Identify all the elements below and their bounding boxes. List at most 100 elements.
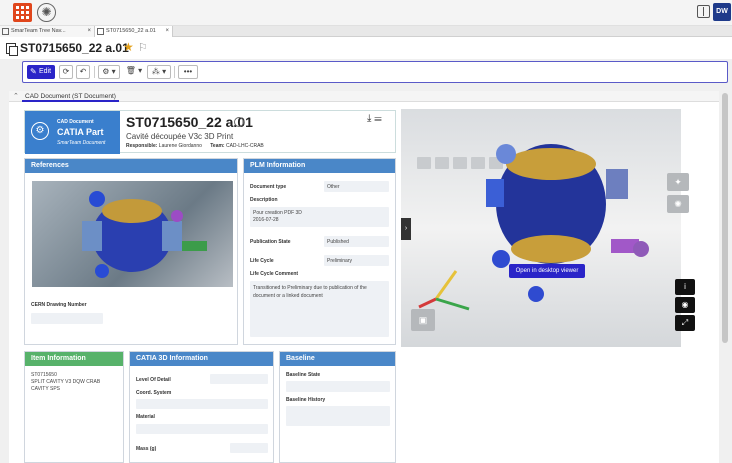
refresh-button[interactable]: ⟳ [59,65,73,79]
user-avatar[interactable]: DW [713,3,731,21]
responsible-value: Laurene Giordanno [158,143,202,149]
measure-icon[interactable]: ✦ [667,173,689,191]
page-header: ST0715650_22 a.01 ★ ⚐ [0,37,732,59]
baseline-panel: Baseline Baseline State Baseline History [279,351,396,463]
apps-grid-icon[interactable] [13,3,32,22]
history-button[interactable]: ↶ [76,65,90,79]
description-label: Description [250,197,278,203]
document-type-tile: ⚙ CAD Document CATIA Part SmarTeam Docum… [25,111,120,154]
reference-thumbnail[interactable] [32,181,233,287]
lifecycle-comment-value: Transitioned to Preliminary due to publi… [253,285,367,299]
baseline-header: Baseline [280,352,395,366]
compass-icon[interactable]: ✺ [37,3,56,22]
download-icon[interactable]: ⤓ ☰ [367,113,382,124]
plm-header: PLM Information [244,159,395,173]
document-description: Cavité découpée V3c 3D Print [126,132,234,141]
item-line: ST0715650 [31,372,57,378]
document-icon [6,43,18,56]
open-desktop-viewer-button[interactable]: Open in desktop viewer [509,264,585,278]
page-title: ST0715650_22 a.01 [20,41,129,55]
baseline-state-label: Baseline State [286,372,321,378]
3d-viewer[interactable]: ✦ ✺ i ◉ ⤢ ▣ [401,109,695,347]
references-panel: References CERN Drawing Number [24,158,238,345]
item-info-panel: Item Information ST0715650 SPLIT CAVITY … [24,351,124,463]
tab-bar: SmarTeam Tree Nav... × ST0715650_22 a.01… [0,26,732,37]
tab-label: ST0715650_22 a.01 [106,28,156,34]
material-field [136,424,268,434]
responsible-label: Responsible: [126,143,158,149]
image-snapshot-icon[interactable]: ▣ [411,309,435,331]
explode-icon[interactable]: ✺ [667,195,689,213]
baseline-history-label: Baseline History [286,397,326,403]
mass-label: Mass (g) [136,446,157,452]
toolbar-divider [174,66,175,78]
page-scrollbar[interactable] [721,91,729,463]
description-line: Pour creation PDF 3D [253,210,302,216]
drawing-number-field[interactable] [31,313,103,324]
favorite-star-icon[interactable]: ★ [123,40,134,54]
catia-header: CATIA 3D Information [130,352,273,366]
share-dropdown-button[interactable]: ⁂ ▾ [147,65,171,79]
cavity-3d-model [418,144,649,311]
coord-label: Coord. System [136,390,172,396]
lifecycle-label: Life Cycle [250,258,274,264]
collapse-viewer-tab[interactable]: › [401,218,411,240]
type-line-3: SmarTeam Document [57,140,106,146]
team-label: Team: [210,143,225,149]
type-line-2: CATIA Part [57,127,104,137]
lifecycle-comment-label: Life Cycle Comment [250,271,299,277]
more-actions-button[interactable]: ••• [178,65,198,79]
team-value: CAD-LHC-CRAB [225,143,264,149]
coord-field [136,399,268,409]
top-bar: ✺ DW [0,0,732,26]
tab-smarteam-tree[interactable]: SmarTeam Tree Nav... × [0,26,95,37]
mass-field [230,443,268,453]
item-line: SPLIT CAVITY V3 DQW CRAB [31,379,101,385]
tab-doc-icon [97,28,104,35]
chevron-up-icon[interactable]: ⌃ [13,92,19,100]
pub-state-label: Publication State [250,239,291,245]
main-content: ⌃ CAD Document (ST Document) ⚙ CAD Docum… [9,91,719,463]
item-info-header: Item Information [25,352,123,366]
material-label: Material [136,414,155,420]
info-icon[interactable]: i [675,279,695,295]
catia-panel: CATIA 3D Information Level Of Detail Coo… [129,351,274,463]
tab-label: SmarTeam Tree Nav... [11,28,66,34]
fullscreen-icon[interactable]: ⤢ [675,315,695,331]
section-header[interactable]: ⌃ CAD Document (ST Document) [9,91,719,102]
scrollbar-thumb[interactable] [722,93,728,343]
panel-toggle-icon[interactable] [697,5,710,18]
item-line: CAVITY SPS [31,386,60,392]
plm-panel: PLM Information Document type Other Desc… [243,158,396,345]
document-summary-card: ⚙ CAD Document CATIA Part SmarTeam Docum… [24,110,396,154]
edit-button[interactable]: ✎ Edit [27,65,55,79]
tab-document[interactable]: ST0715650_22 a.01 × [95,26,173,37]
doc-type-value: Other [327,184,340,190]
lod-field [210,374,268,384]
tab-close-icon[interactable]: × [165,26,169,37]
drawing-number-label: CERN Drawing Number [31,302,87,308]
catia-gear-icon: ⚙ [31,122,49,140]
lifecycle-value: Preliminary [327,258,353,264]
structure-dropdown-button[interactable]: ⚙ ▾ [98,65,120,79]
description-line: 2016-07-28 [253,217,279,223]
cavity-model-image [82,191,207,278]
delete-dropdown-button[interactable]: 🗑 ▾ [124,65,144,79]
eye-icon[interactable]: ◉ [675,297,695,313]
tab-close-icon[interactable]: × [87,26,91,37]
pub-state-value: Published [327,239,349,245]
references-header: References [25,159,237,173]
flag-icon[interactable]: ⚐ [138,41,148,54]
toolbar-divider [94,66,95,78]
baseline-history-field [286,406,390,426]
doc-type-label: Document type [250,184,287,190]
baseline-state-field [286,381,390,392]
section-tab-label[interactable]: CAD Document (ST Document) [22,91,119,102]
type-line-1: CAD Document [57,119,94,125]
action-toolbar: ✎ Edit ⟳ ↶ ⚙ ▾ 🗑 ▾ ⁂ ▾ ••• [22,61,728,83]
tab-page-icon [2,28,9,35]
edit-label: Edit [39,68,52,75]
document-meta: Responsible: Laurene Giordanno Team: CAD… [126,143,264,149]
lod-label: Level Of Detail [136,377,171,383]
pencil-icon: ✎ [30,67,37,76]
